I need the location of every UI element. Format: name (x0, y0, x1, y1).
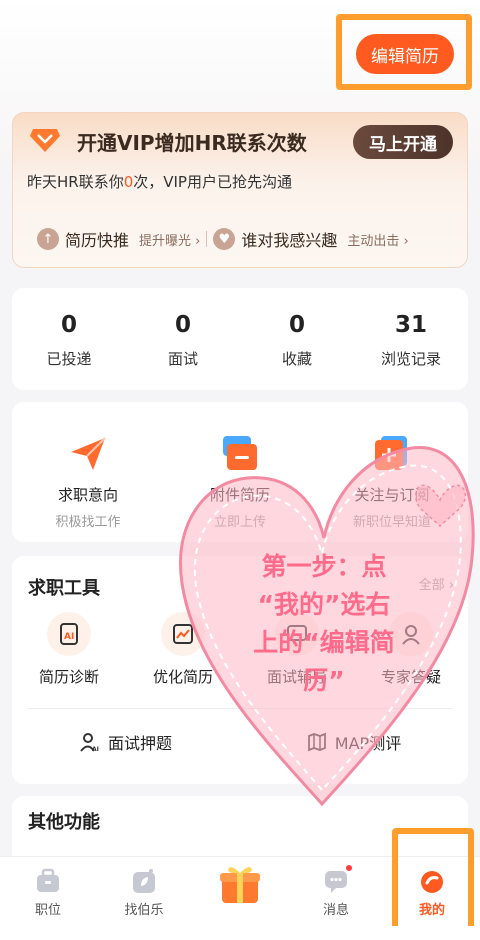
svg-text:AI: AI (64, 632, 74, 642)
vip-title: 开通VIP增加HR联系次数 (77, 131, 307, 155)
nav-messages[interactable]: 消息 (288, 857, 384, 926)
job-tools-heading: 求职工具 (28, 578, 100, 599)
chart-trend-icon (161, 612, 205, 656)
arrow-up-icon: ↑ (37, 228, 59, 250)
who-interested-item[interactable]: ♥ 谁对我感兴趣 主动出击 › (213, 221, 409, 257)
resume-diagnosis-item[interactable]: AI 简历诊断 (12, 612, 126, 687)
heart-icon: ♥ (213, 228, 236, 250)
other-functions-heading: 其他功能 (28, 812, 100, 833)
nav-mine-highlight (392, 828, 474, 934)
briefcase-icon (37, 868, 59, 892)
svg-text:AI: AI (92, 746, 99, 752)
nav-find-mentor[interactable]: 找伯乐 (96, 857, 192, 926)
nav-gift[interactable] (192, 857, 288, 926)
vip-subtitle: 昨天HR联系你0次，VIP用户已抢先沟通 (27, 173, 292, 191)
map-icon (307, 732, 326, 752)
divider (28, 708, 452, 709)
vip-open-button[interactable]: 马上开通 (353, 125, 453, 159)
notification-dot (344, 863, 354, 873)
folder-icon (223, 436, 257, 470)
stats-card: 0 已投递 0 面试 0 收藏 31 浏览记录 (12, 288, 468, 390)
vip-banner[interactable]: 开通VIP增加HR联系次数 马上开通 昨天HR联系你0次，VIP用户已抢先沟通 … (12, 112, 468, 268)
follow-subscribe-item[interactable]: 关注与订阅 新职位早知道 (316, 402, 468, 542)
interview-questions-item[interactable]: AI 面试押题 (12, 730, 240, 754)
bookmark-plus-icon (375, 436, 407, 470)
stat-delivered[interactable]: 0 已投递 (12, 288, 126, 390)
map-assessment-item[interactable]: MAP测评 (240, 730, 468, 754)
ai-document-icon: AI (47, 612, 91, 656)
leaf-card-icon (133, 869, 155, 893)
stat-history[interactable]: 31 浏览记录 (354, 288, 468, 390)
system-bar (0, 926, 480, 940)
attachment-resume-item[interactable]: 附件简历 立即上传 (164, 402, 316, 542)
feature-card: 求职意向 积极找工作 附件简历 立即上传 关注与订阅 新职位早知道 (12, 402, 468, 542)
edit-resume-button[interactable]: 编辑简历 (356, 34, 454, 74)
gift-icon (220, 867, 260, 903)
diamond-icon (30, 129, 60, 152)
stat-interview[interactable]: 0 面试 (126, 288, 240, 390)
job-intention-item[interactable]: 求职意向 积极找工作 (12, 402, 164, 542)
paper-plane-icon (71, 437, 106, 470)
person-ai-icon: AI (80, 733, 99, 752)
stat-favorites[interactable]: 0 收藏 (240, 288, 354, 390)
tutorial-overlay-text: 第一步：点 “我的”选右 上的“编辑简 历” (253, 552, 395, 695)
divider (206, 231, 208, 247)
nav-jobs[interactable]: 职位 (0, 857, 96, 926)
resume-push-item[interactable]: ↑ 简历快推 提升曝光 › (37, 221, 200, 257)
